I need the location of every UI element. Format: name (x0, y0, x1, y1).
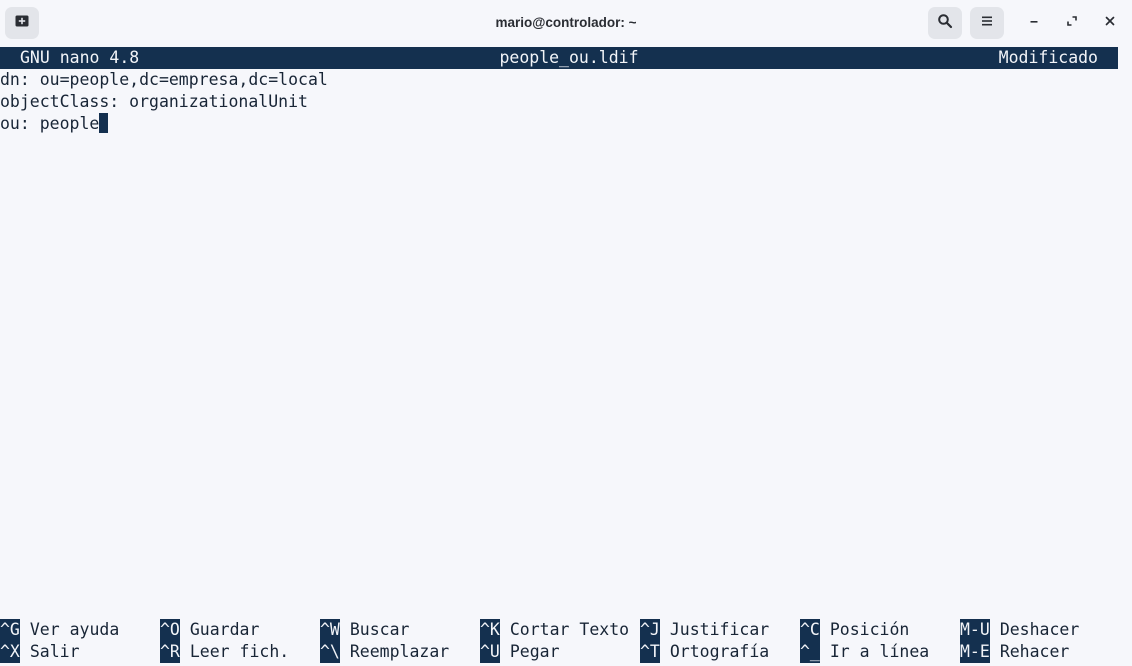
shortcut-key: ^X (0, 641, 20, 663)
minimize-icon (1028, 14, 1040, 32)
new-tab-icon (14, 13, 30, 34)
shortcut-key: ^G (0, 619, 20, 641)
shortcut-save[interactable]: ^O Guardar (160, 619, 259, 641)
shortcut-key: M-U (960, 619, 990, 641)
shortcut-key: ^K (480, 619, 500, 641)
shortcut-key: ^U (480, 641, 500, 663)
nano-modified-status: Modificado (998, 48, 1098, 67)
shortcut-key: ^R (160, 641, 180, 663)
shortcut-undo[interactable]: M-U Deshacer (960, 619, 1079, 641)
window-title: mario@controlador: ~ (495, 15, 637, 30)
shortcut-justify[interactable]: ^J Justificar (640, 619, 769, 641)
terminal-scrollbar[interactable] (1118, 47, 1132, 666)
shortcut-bar-top: ^G Ver ayuda ^O Guardar ^W Buscar ^K Cortar … (0, 619, 1132, 641)
terminal-area[interactable]: GNU nano 4.8 people_ou.ldif Modificado d… (0, 47, 1132, 666)
shortcut-cut-text[interactable]: ^K Cortar Texto (480, 619, 629, 641)
shortcut-key: ^T (640, 641, 660, 663)
shortcut-key: M-E (960, 641, 990, 663)
shortcut-position[interactable]: ^C Posición (800, 619, 909, 641)
shortcut-label: Deshacer (999, 620, 1080, 639)
hamburger-menu-icon (980, 14, 994, 33)
minimize-button[interactable] (1022, 11, 1046, 35)
shortcut-paste[interactable]: ^U Pegar (480, 641, 560, 663)
shortcut-exit[interactable]: ^X Salir (0, 641, 80, 663)
nano-filename: people_ou.ldif (499, 48, 639, 67)
new-tab-button[interactable] (5, 7, 39, 39)
shortcut-replace[interactable]: ^\ Reemplazar (320, 641, 449, 663)
shortcut-label: Justificar (669, 620, 770, 639)
shortcut-read-file[interactable]: ^R Leer fich. (160, 641, 289, 663)
close-button[interactable] (1098, 11, 1122, 35)
shortcut-key: ^W (320, 619, 340, 641)
terminal-window: mario@controlador: ~ GNU nano 4.8 people… (0, 0, 1132, 666)
shortcut-label: Pegar (509, 642, 560, 661)
editor-line[interactable]: dn: ou=people,dc=empresa,dc=local (0, 69, 328, 91)
shortcut-label: Salir (29, 642, 80, 661)
shortcut-key: ^O (160, 619, 180, 641)
shortcut-label: Buscar (349, 620, 410, 639)
shortcut-label: Reemplazar (349, 642, 450, 661)
title-bar: mario@controlador: ~ (0, 0, 1132, 46)
shortcut-label: Guardar (189, 620, 260, 639)
shortcut-label: Ver ayuda (29, 620, 120, 639)
shortcut-key: ^J (640, 619, 660, 641)
shortcut-label: Leer fich. (189, 642, 290, 661)
search-icon (937, 13, 953, 34)
shortcut-help[interactable]: ^G Ver ayuda (0, 619, 119, 641)
shortcut-redo[interactable]: M-E Rehacer (960, 641, 1069, 663)
shortcut-label: Cortar Texto (509, 620, 630, 639)
shortcut-bar-bottom: ^X Salir ^R Leer fich. ^\ Reemplazar ^U Pega… (0, 641, 1132, 663)
shortcut-search[interactable]: ^W Buscar (320, 619, 409, 641)
shortcut-label: Rehacer (999, 642, 1070, 661)
text-cursor (99, 113, 109, 133)
shortcut-key: ^\ (320, 641, 340, 663)
shortcut-label: Ir a línea (829, 642, 930, 661)
shortcut-label: Ortografía (669, 642, 770, 661)
maximize-icon (1066, 14, 1078, 32)
shortcut-key: ^C (800, 619, 820, 641)
nano-header-bar: GNU nano 4.8 people_ou.ldif Modificado (0, 47, 1118, 69)
shortcut-spelling[interactable]: ^T Ortografía (640, 641, 769, 663)
shortcut-label: Posición (829, 620, 910, 639)
shortcut-go-to-line[interactable]: ^_ Ir a línea (800, 641, 929, 663)
menu-button[interactable] (970, 7, 1004, 39)
editor-line[interactable]: ou: people (0, 113, 109, 135)
maximize-button[interactable] (1060, 11, 1084, 35)
shortcut-key: ^_ (800, 641, 820, 663)
close-icon (1104, 14, 1116, 32)
editor-line[interactable]: objectClass: organizationalUnit (0, 91, 308, 113)
search-button[interactable] (928, 7, 962, 39)
